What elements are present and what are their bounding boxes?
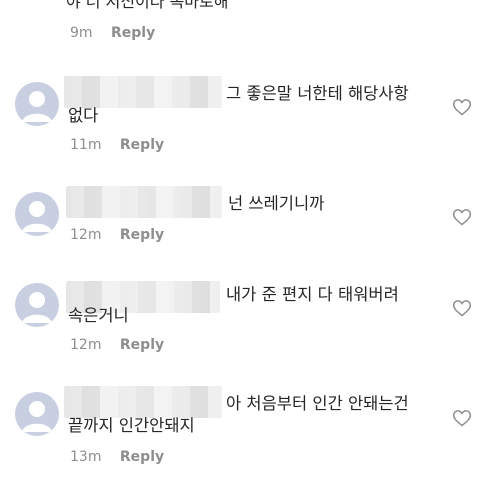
comment-text-line1: 그 좋은말 너한테 해당사항 (226, 84, 409, 103)
reply-button[interactable]: Reply (120, 137, 164, 153)
comment-text-line2: 속은거니 (68, 306, 129, 325)
comment-text-line1: 내가 준 편지 다 태워버려 (226, 285, 399, 304)
reply-button[interactable]: Reply (111, 25, 155, 41)
comment-text-line2: 끝까지 인간안돼지 (68, 416, 195, 435)
heart-icon[interactable] (452, 207, 472, 227)
comment-meta: 13m Reply (70, 449, 164, 465)
partial-comment-text: 야 너 저신이다 속마로해 (66, 0, 229, 11)
default-avatar-icon[interactable] (15, 82, 59, 126)
comment-time: 11m (70, 137, 102, 153)
comment-meta: 11m Reply (70, 137, 164, 153)
comment-time: 9m (70, 25, 93, 41)
comment-text-line1: 아 처음부터 인간 안돼는건 (226, 394, 409, 413)
heart-icon[interactable] (452, 298, 472, 318)
default-avatar-icon[interactable] (15, 283, 59, 327)
blurred-username[interactable] (66, 186, 222, 218)
reply-button[interactable]: Reply (120, 449, 164, 465)
comment-meta: 12m Reply (70, 337, 164, 353)
comment-text-line1: 넌 쓰레기니까 (228, 194, 325, 213)
heart-icon[interactable] (452, 97, 472, 117)
default-avatar-icon[interactable] (15, 192, 59, 236)
reply-button[interactable]: Reply (120, 337, 164, 353)
comment-meta: 12m Reply (70, 227, 164, 243)
heart-icon[interactable] (452, 408, 472, 428)
comment-text-line2: 없다 (68, 106, 99, 125)
comment-time: 12m (70, 227, 102, 243)
comment-time: 12m (70, 337, 102, 353)
comment-time: 13m (70, 449, 102, 465)
default-avatar-icon[interactable] (15, 392, 59, 436)
comment-meta: 9m Reply (70, 25, 155, 41)
reply-button[interactable]: Reply (120, 227, 164, 243)
